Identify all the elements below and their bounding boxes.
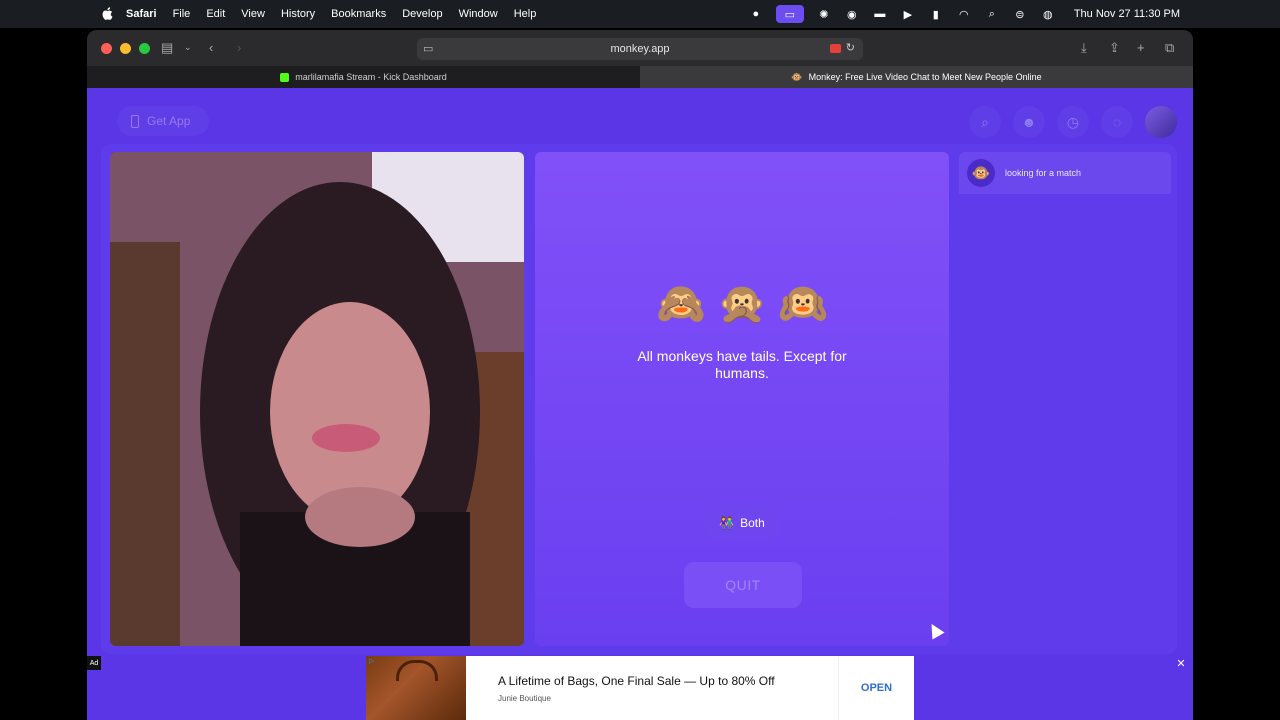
monkey-favicon-icon: 🐵 [791, 71, 803, 82]
share-icon[interactable]: ⇪ [1109, 40, 1120, 56]
tab-kick-dashboard[interactable]: marlilamafia Stream - Kick Dashboard [87, 66, 640, 88]
history-icon[interactable]: ◷ [1057, 106, 1089, 138]
spotlight-search-icon[interactable]: ⌕ [984, 7, 1000, 21]
tab-overview-icon[interactable]: ⧉ [1165, 40, 1174, 56]
back-icon[interactable]: ‹ [209, 40, 213, 55]
tab-monkey[interactable]: 🐵 Monkey: Free Live Video Chat to Meet N… [640, 66, 1193, 88]
pinwheel-icon[interactable]: ✺ [816, 7, 832, 21]
match-status-row: 🐵 looking for a match [959, 152, 1171, 194]
gender-filter-label: Both [740, 516, 765, 530]
sidebar-toggle-icon[interactable]: ▤ [161, 40, 173, 56]
tab-label: marlilamafia Stream - Kick Dashboard [295, 72, 447, 82]
monkey-icon: 🐵 [967, 159, 995, 187]
close-ad-icon[interactable]: ✕ [1175, 657, 1187, 670]
kick-favicon-icon [280, 72, 290, 82]
profile-avatar[interactable] [1145, 106, 1177, 138]
downloads-icon[interactable]: ⤓ [1081, 40, 1087, 56]
new-tab-icon[interactable]: + [1137, 40, 1145, 55]
gender-filter-button[interactable]: 👫 Both [703, 506, 781, 540]
chat-icon[interactable]: ◌ [1101, 106, 1133, 138]
control-center-icon[interactable]: ⊜ [1012, 7, 1028, 21]
friends-icon[interactable]: ☻ [1013, 106, 1045, 138]
people-icon: 👫 [719, 516, 735, 530]
zoom-window-button[interactable] [139, 42, 150, 54]
screen-share-icon[interactable]: ▭ [775, 5, 804, 23]
menubar-clock[interactable]: Thu Nov 27 11:30 PM [1074, 8, 1180, 20]
fun-fact-text: All monkeys have tails. Except for human… [637, 348, 847, 381]
self-video-feed [110, 152, 524, 646]
ad-title[interactable]: A Lifetime of Bags, One Final Sale — Up … [498, 674, 838, 688]
get-app-button[interactable]: Get App [117, 106, 209, 136]
ad-label: Ad [87, 656, 101, 670]
browser-toolbar: ▤ ⌄ ‹ › ▭ monkey.app ↻ ⤓ ⇪ + ⧉ [87, 30, 1193, 66]
safari-window: ▤ ⌄ ‹ › ▭ monkey.app ↻ ⤓ ⇪ + ⧉ marlilama… [87, 30, 1193, 720]
match-side-panel: 🐵 looking for a match [959, 152, 1171, 646]
adchoices-icon[interactable]: ▷ [369, 657, 374, 665]
webcam-image [110, 152, 524, 646]
search-icon[interactable]: ⌕ [969, 106, 1001, 138]
site-settings-icon[interactable]: ▭ [423, 42, 433, 55]
camera-recording-icon[interactable] [830, 44, 841, 53]
shazam-icon[interactable]: ◉ [844, 7, 860, 21]
ad-open-button[interactable]: OPEN [838, 656, 914, 720]
ad-advertiser[interactable]: Junie Boutique [498, 694, 838, 703]
get-app-label: Get App [147, 114, 191, 128]
monkey-page: Get App ⌕ ☻ ◷ ◌ 🙈 🙊 🙉 All monkeys have t… [87, 88, 1193, 720]
menu-help[interactable]: Help [514, 8, 537, 20]
menu-file[interactable]: File [173, 8, 191, 20]
menu-history[interactable]: History [281, 8, 315, 20]
quit-button[interactable]: QUIT [684, 562, 802, 608]
menu-develop[interactable]: Develop [402, 8, 442, 20]
grammarly-icon[interactable]: ● [748, 7, 764, 21]
apple-menu-icon[interactable] [100, 7, 114, 21]
close-window-button[interactable] [101, 42, 112, 54]
status-area: ● ▭ ✺ ◉ ▬ ▶ ▮ ◠ ⌕ ⊜ ◍ Thu Nov 27 11:30 P… [748, 5, 1180, 23]
play-icon[interactable]: ▶ [900, 7, 916, 21]
ad-banner[interactable]: A Lifetime of Bags, One Final Sale — Up … [366, 656, 914, 720]
car-icon[interactable]: ▬ [872, 7, 888, 21]
top-nav: ⌕ ☻ ◷ ◌ [969, 106, 1177, 138]
siri-icon[interactable]: ◍ [1040, 7, 1056, 21]
battery-icon[interactable]: ▮ [928, 7, 944, 21]
ad-bag-image[interactable] [366, 656, 466, 720]
window-controls [101, 42, 150, 54]
menu-edit[interactable]: Edit [206, 8, 225, 20]
menu-window[interactable]: Window [459, 8, 498, 20]
address-bar[interactable]: ▭ monkey.app ↻ [417, 38, 863, 60]
wifi-icon[interactable]: ◠ [956, 7, 972, 21]
three-monkeys-icon: 🙈 🙊 🙉 [656, 282, 828, 326]
phone-icon [131, 114, 139, 128]
menu-view[interactable]: View [241, 8, 265, 20]
minimize-window-button[interactable] [120, 42, 131, 54]
menu-app-name[interactable]: Safari [126, 8, 157, 20]
match-status-text: looking for a match [1005, 168, 1082, 178]
address-text: monkey.app [610, 43, 670, 55]
tab-label: Monkey: Free Live Video Chat to Meet New… [808, 72, 1042, 82]
tab-bar: marlilamafia Stream - Kick Dashboard 🐵 M… [87, 66, 1193, 88]
reload-icon[interactable]: ↻ [846, 41, 855, 54]
match-panel: 🙈 🙊 🙉 All monkeys have tails. Except for… [535, 152, 949, 646]
chevron-down-icon[interactable]: ⌄ [184, 42, 192, 53]
macos-menubar: Safari File Edit View History Bookmarks … [0, 0, 1280, 28]
menu-bookmarks[interactable]: Bookmarks [331, 8, 386, 20]
forward-icon[interactable]: › [237, 40, 241, 55]
ad-text[interactable]: A Lifetime of Bags, One Final Sale — Up … [498, 674, 838, 703]
